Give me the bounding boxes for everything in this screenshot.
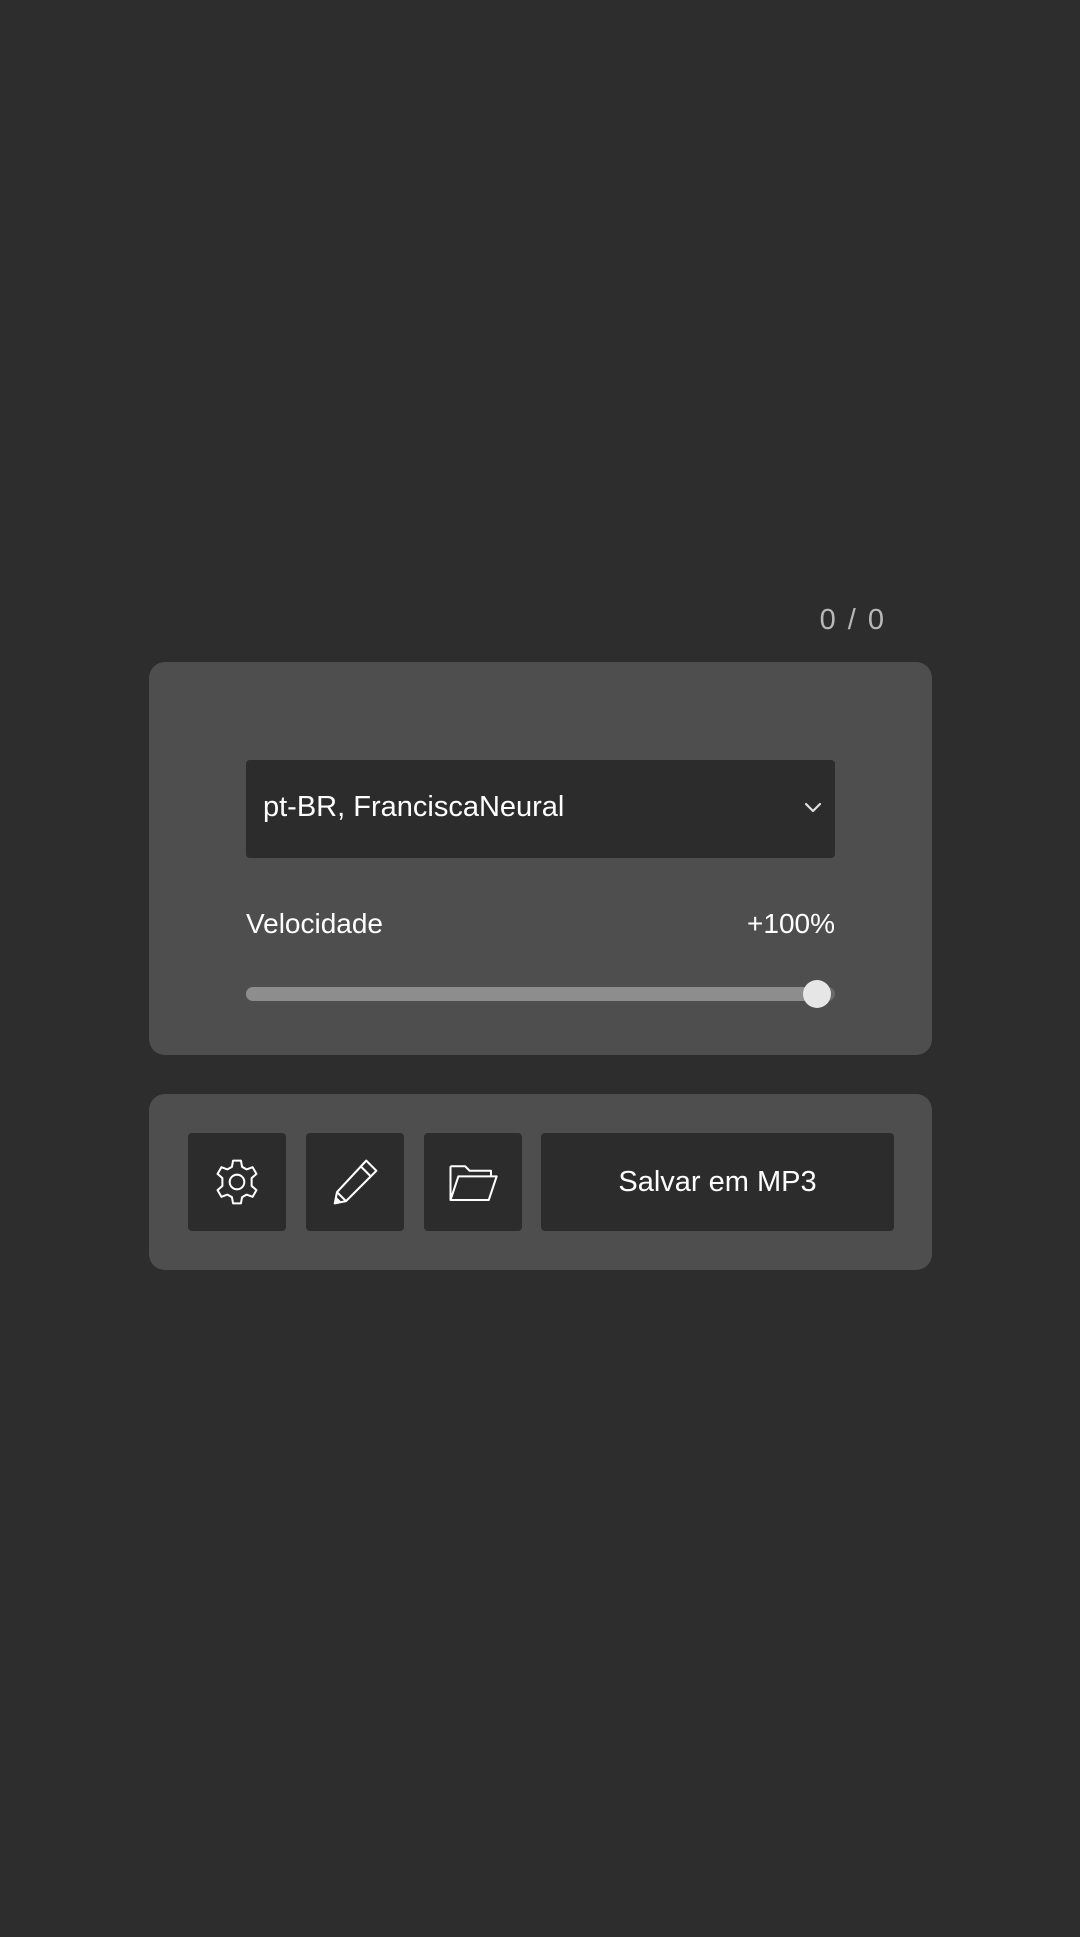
open-folder-button[interactable] (424, 1133, 522, 1231)
folder-icon (449, 1165, 498, 1202)
gear-icon (216, 1159, 258, 1205)
speed-slider-thumb[interactable] (803, 980, 832, 1008)
voice-select-value: pt-BR, FranciscaNeural (263, 791, 565, 823)
voice-select[interactable]: pt-BR, FranciscaNeural (246, 760, 835, 858)
speed-slider[interactable] (246, 980, 835, 1008)
pencil-icon (333, 1159, 378, 1205)
voice-settings-panel: pt-BR, FranciscaNeural Velocidade +100% (149, 662, 932, 1055)
speed-label: Velocidade (246, 908, 384, 939)
settings-button[interactable] (188, 1133, 286, 1231)
save-mp3-button[interactable]: Salvar em MP3 (541, 1133, 894, 1231)
actions-panel: Salvar em MP3 (149, 1094, 932, 1270)
progress-counter: 0 / 0 (819, 604, 886, 636)
chevron-down-icon (804, 802, 822, 813)
speed-slider-fill (246, 987, 818, 1001)
edit-button[interactable] (306, 1133, 404, 1231)
speed-value: +100% (747, 908, 835, 939)
